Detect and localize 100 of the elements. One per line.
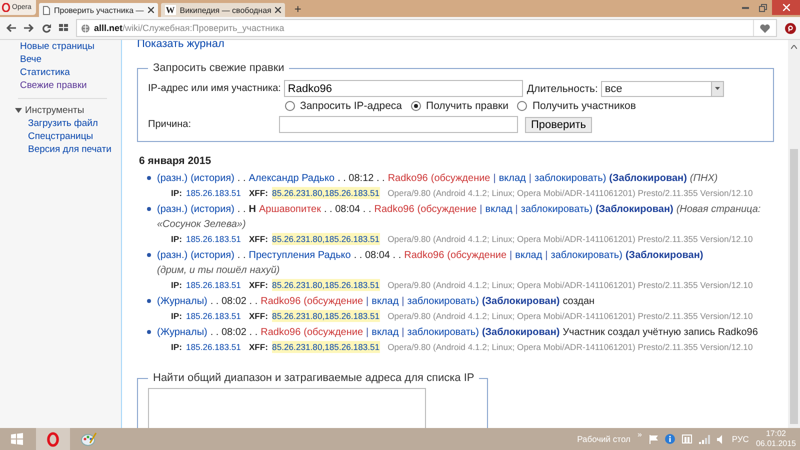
wiki-link[interactable]: вклад xyxy=(515,248,542,263)
ip-link[interactable]: 185.26.183.51 xyxy=(186,233,241,245)
entry-text: . . 08:04 . . xyxy=(324,203,372,217)
wiki-link[interactable]: (история) xyxy=(190,202,234,217)
close-icon[interactable] xyxy=(275,7,282,13)
user-link[interactable]: (обсуждение xyxy=(430,171,490,186)
grid-icon[interactable] xyxy=(59,24,68,32)
ip-link[interactable]: 185.26.183.51 xyxy=(186,310,241,322)
entry-text: . . 08:02 . . xyxy=(210,326,258,340)
field-label: Длительность: xyxy=(526,82,598,94)
user-link[interactable]: (обсуждение xyxy=(304,325,364,340)
edit-summary: (Новая страница: xyxy=(676,203,761,217)
user-agent: Opera/9.80 (Android 4.1.2; Linux; Opera Mobi/ADR-1411061201) Presto/2.11.355 Version/12.10 xyxy=(388,187,753,199)
wiki-link[interactable]: Александр Радько xyxy=(248,171,335,186)
ip-label: IP: xyxy=(171,279,182,291)
palette-icon xyxy=(81,432,97,446)
form-legend: Запросить свежие правки xyxy=(148,62,290,74)
radio-label[interactable]: Получить участников xyxy=(532,100,636,112)
browser-tab[interactable]: Проверить участника — xyxy=(39,3,158,17)
username-field[interactable]: Radko96 xyxy=(284,80,523,97)
user-link[interactable]: (обсуждение xyxy=(447,248,507,263)
wiki-link[interactable]: (разн.) xyxy=(157,248,188,263)
back-icon[interactable] xyxy=(6,24,16,32)
sidebar-link[interactable]: Свежие правки xyxy=(20,79,121,92)
bullet-icon xyxy=(147,330,151,334)
user-link[interactable]: Radko96 xyxy=(374,202,414,217)
check-button[interactable]: Проверить xyxy=(525,116,592,132)
wiki-link[interactable]: заблокировать) xyxy=(550,248,622,263)
entry-text: . . xyxy=(237,203,246,217)
sidebar-link[interactable]: Версия для печати xyxy=(20,143,121,156)
extension-icon[interactable] xyxy=(785,22,796,34)
reload-icon[interactable] xyxy=(42,24,51,32)
scroll-thumb[interactable] xyxy=(790,149,798,424)
ip-link[interactable]: 185.26.183.51 xyxy=(186,187,241,199)
sidebar-heading[interactable]: Инструменты xyxy=(25,104,84,117)
user-link[interactable]: (обсуждение xyxy=(417,202,477,217)
sidebar-link[interactable]: Статистика xyxy=(20,66,121,79)
sidebar-link[interactable]: Спецстраницы xyxy=(20,130,121,143)
date-heading: 6 января 2015 xyxy=(139,155,212,167)
sidebar-link[interactable]: Загрузить файл xyxy=(20,117,121,130)
sidebar-link[interactable]: Новые страницы xyxy=(20,40,121,53)
entry-text: . . 08:04 . . xyxy=(354,249,402,263)
link-separator: | xyxy=(510,249,512,263)
wiki-link[interactable]: Преступления Радько xyxy=(248,248,351,263)
wiki-link[interactable]: (разн.) xyxy=(157,171,188,186)
wiki-link[interactable]: заблокировать) xyxy=(534,171,606,186)
reason-field[interactable] xyxy=(279,116,518,133)
windows-logo-icon xyxy=(11,433,23,445)
caret-icon[interactable] xyxy=(15,108,22,113)
blocked-label: (Заблокирован) xyxy=(625,249,704,263)
wiki-link[interactable]: вклад xyxy=(498,171,526,186)
xff-value: 85.26.231.80,185.26.183.51 xyxy=(272,341,380,353)
opera-taskbar-button[interactable] xyxy=(36,428,70,450)
ip-link[interactable]: 185.26.183.51 xyxy=(186,341,241,353)
user-agent: Opera/9.80 (Android 4.1.2; Linux; Opera Mobi/ADR-1411061201) Presto/2.11.355 Version/12.10 xyxy=(388,279,753,291)
wiki-link[interactable]: заблокировать) xyxy=(520,202,593,217)
wiki-link[interactable]: (Журналы) xyxy=(157,325,208,340)
info-icon[interactable] xyxy=(664,434,675,444)
scrollbar[interactable] xyxy=(788,40,800,428)
heart-icon[interactable] xyxy=(760,24,770,32)
ip-link[interactable]: 185.26.183.51 xyxy=(186,279,241,291)
link-separator: | xyxy=(545,249,548,263)
forward-icon[interactable] xyxy=(24,24,34,32)
user-link[interactable]: Radko96 xyxy=(260,325,301,340)
wiki-link[interactable]: вклад xyxy=(372,325,399,340)
edit-summary: нахуй) xyxy=(250,264,280,278)
user-link[interactable]: Radko96 xyxy=(404,248,444,263)
user-link[interactable]: Radko96 xyxy=(260,294,301,309)
xff-label: XFF: xyxy=(248,341,268,353)
wiki-link[interactable]: (история) xyxy=(190,171,234,186)
wiki-link[interactable]: (разн.) xyxy=(157,202,188,217)
browser-tab[interactable]: W Википедия — свободная xyxy=(160,3,286,17)
xff-value: 85.26.231.80,185.26.183.51 xyxy=(272,187,380,199)
radio-label[interactable]: Запросить IP-адреса xyxy=(300,100,402,112)
link-separator: | xyxy=(493,172,496,186)
duration-select[interactable]: все xyxy=(600,80,724,96)
radio-button[interactable] xyxy=(285,101,295,111)
link-separator: | xyxy=(366,326,369,340)
user-link[interactable]: Аршавопитек xyxy=(258,202,321,217)
blocked-label: (Заблокирован) xyxy=(609,172,687,186)
wiki-link[interactable]: (Журналы) xyxy=(157,294,208,309)
blocked-label: (Заблокирован) xyxy=(482,295,560,309)
entry-text: Участник создал учётную запись Radko96 xyxy=(562,326,758,340)
wiki-link[interactable]: вклад xyxy=(485,202,512,217)
scroll-up-icon[interactable] xyxy=(791,45,797,49)
radio-button[interactable] xyxy=(517,101,528,111)
radio-button[interactable] xyxy=(411,101,422,111)
user-link[interactable]: Radko96 xyxy=(388,171,428,186)
sidebar-link[interactable]: Вече xyxy=(20,53,121,66)
new-tab-button[interactable]: + xyxy=(294,2,302,16)
address-bar[interactable]: alll.net/wiki/Служебная:Проверить_участника xyxy=(76,19,777,37)
wiki-link[interactable]: заблокировать) xyxy=(407,294,479,309)
wiki-link[interactable]: (история) xyxy=(190,248,234,263)
xff-label: XFF: xyxy=(248,279,268,291)
wiki-link[interactable]: заблокировать) xyxy=(407,325,479,340)
wiki-link[interactable]: вклад xyxy=(372,294,399,309)
close-icon[interactable] xyxy=(148,7,154,13)
close-window-button[interactable] xyxy=(772,0,800,15)
radio-label[interactable]: Получить правки xyxy=(426,100,508,112)
user-link[interactable]: (обсуждение xyxy=(304,294,364,309)
